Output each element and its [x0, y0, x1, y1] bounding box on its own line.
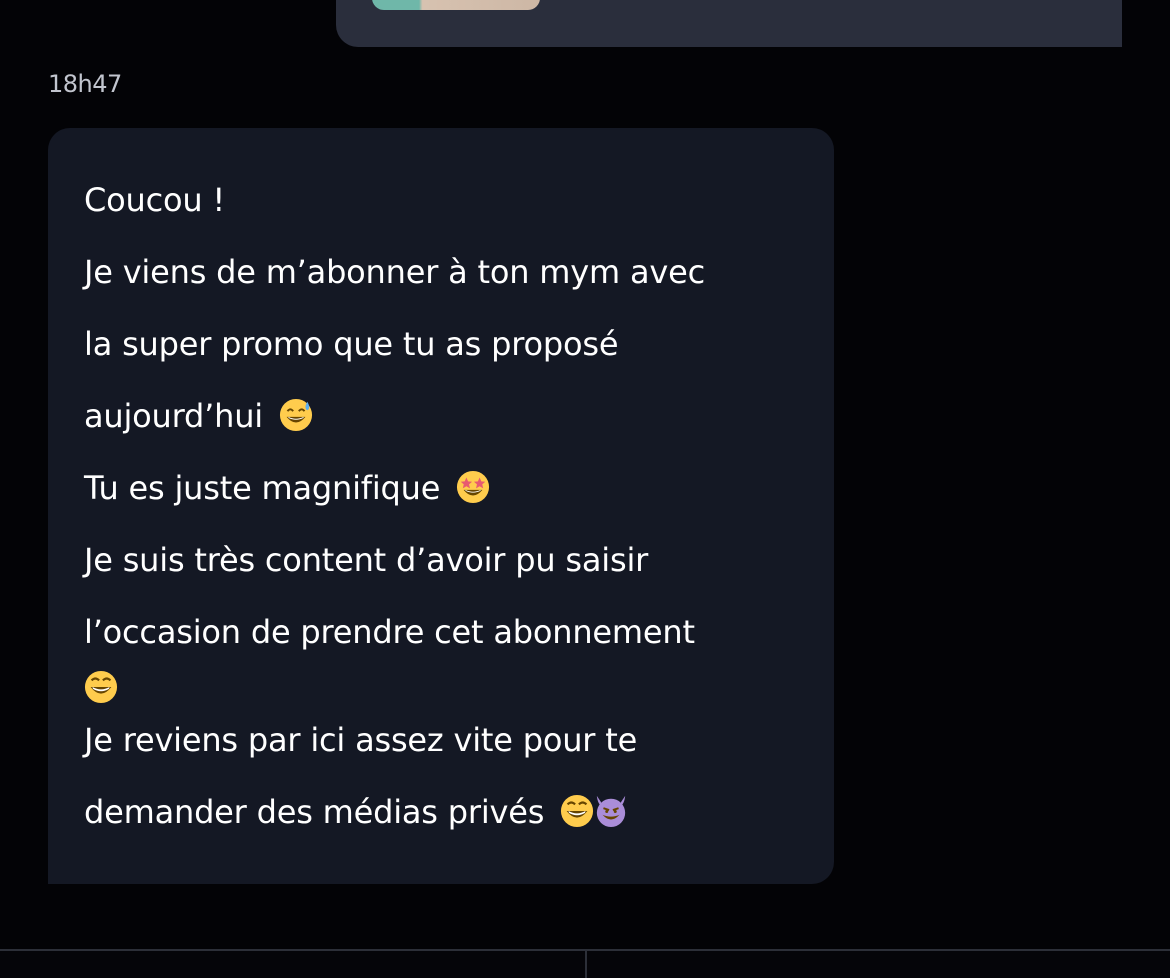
message-line-emoji-wrap: [78, 668, 118, 708]
message-line-with-emoji: Tu es juste magnifique: [84, 468, 490, 508]
message-line: l’occasion de prendre cet abonnement: [84, 613, 695, 651]
message-line: la super promo que tu as proposé: [84, 325, 619, 363]
sweat-smile-emoji-icon: [279, 398, 313, 432]
message-timestamp: 18h47: [48, 70, 122, 98]
message-line: aujourd’hui: [84, 397, 263, 435]
star-struck-emoji-icon: [457, 470, 490, 504]
message-line: Je viens de m’abonner à ton mym avec: [84, 253, 705, 291]
message-line: Coucou !: [84, 181, 226, 219]
previous-sent-message-bubble[interactable]: [336, 0, 1122, 47]
grinning-squinting-emoji-icon: [84, 670, 118, 704]
smiling-devil-emoji-icon: [597, 795, 626, 828]
message-line-with-emoji: demander des médias privés: [84, 792, 628, 832]
message-line-with-emoji: aujourd’hui: [84, 396, 313, 436]
message-line: Je reviens par ici assez vite pour te: [84, 721, 638, 759]
message-line: demander des médias privés: [84, 793, 545, 831]
media-thumbnail[interactable]: [372, 0, 540, 10]
received-message-bubble[interactable]: Coucou ! Je viens de m’abonner à ton mym…: [48, 128, 834, 884]
message-line: Je suis très content d’avoir pu saisir: [84, 541, 649, 579]
grinning-squinting-emoji-icon: [561, 794, 594, 828]
bottom-toolbar: [0, 949, 1170, 978]
chat-screen: 18h47 Coucou ! Je viens de m’abonner à t…: [0, 0, 1170, 978]
message-line: Tu es juste magnifique: [84, 469, 441, 507]
toolbar-divider: [585, 951, 587, 978]
